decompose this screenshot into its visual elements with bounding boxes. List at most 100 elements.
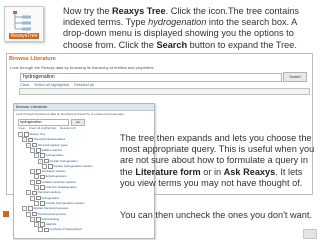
expand-icon[interactable]: + <box>38 158 43 164</box>
uncheck-text: You can then uncheck the ones you don't … <box>120 210 312 220</box>
ask-reaxys-term: Ask Reaxys <box>223 166 276 177</box>
tree-node-checkbox[interactable] <box>44 227 49 233</box>
tree-clear-highlighted-link[interactable]: Clear All Highlighted <box>29 126 56 130</box>
tree-node[interactable]: - elimination reaction <box>30 169 66 175</box>
intro-text: Now try the Reaxys Tree. Click the icon.… <box>63 6 299 50</box>
collapse-icon[interactable]: - <box>30 216 35 222</box>
tree-node-label: transfer hydrogenation reaction <box>45 201 85 206</box>
tree-node-checkbox[interactable] <box>36 195 41 201</box>
collapse-icon[interactable]: - <box>26 190 31 196</box>
tree-node[interactable]: reductive dehalogenation <box>34 185 77 190</box>
leaf-icon[interactable] <box>42 163 47 169</box>
tree-node-checkbox[interactable] <box>32 211 37 217</box>
tree-node-label: transfer hydrogenation <box>49 158 78 163</box>
tree-node-label: chemical reactions <box>37 190 61 195</box>
collapse-icon[interactable]: - <box>18 132 23 137</box>
suggestion-dropdown[interactable] <box>19 88 310 95</box>
leaf-icon[interactable] <box>38 227 43 233</box>
deselect-all-link[interactable]: Deselect all <box>74 83 94 87</box>
tree-node[interactable]: - oxidation-reduction reaction <box>30 179 76 185</box>
tree-node-label: reductive dehalogenation <box>45 185 77 190</box>
tree-node[interactable]: - catalysis <box>34 222 57 228</box>
tree-node-checkbox[interactable] <box>48 164 53 169</box>
tree-node-label: catalysis <box>45 222 57 227</box>
tree-node-checkbox[interactable] <box>40 185 45 190</box>
slide-nav-icon[interactable] <box>303 229 317 239</box>
tree-node-label: Chemical transformations <box>33 137 66 142</box>
tree-node[interactable]: + transfer hydrogenation <box>38 158 78 164</box>
collapse-icon[interactable]: - <box>30 147 35 153</box>
collapse-icon[interactable]: - <box>26 142 31 148</box>
explanation-text: The tree then expands and lets you choos… <box>120 133 315 188</box>
tree-node-label: hydrocracking <box>41 217 60 222</box>
tree-clear-link[interactable]: Clear <box>18 126 25 130</box>
leaf-icon[interactable] <box>34 200 39 206</box>
tree-node-label: Petrochemical process <box>37 211 66 216</box>
tree-node-label: hydrogenation <box>45 153 64 158</box>
tree-node[interactable]: - hydrogenation <box>30 195 60 201</box>
tree-go-button[interactable]: Go <box>71 119 85 126</box>
tree-node[interactable]: - Applied chemical processes <box>22 206 68 212</box>
tree-deselect-link[interactable]: Deselect All <box>60 126 76 130</box>
tree-node-checkbox[interactable] <box>36 179 41 185</box>
collapse-icon[interactable]: - <box>34 153 39 159</box>
tree-node-checkbox[interactable] <box>32 142 37 148</box>
tree-node[interactable]: - Chemical reaction types <box>26 142 68 148</box>
tree-node-checkbox[interactable] <box>36 169 41 174</box>
tree-node-checkbox[interactable] <box>40 174 45 180</box>
tree-node[interactable]: - Reaxys Tree <box>18 132 46 137</box>
collapse-icon[interactable]: - <box>34 222 39 228</box>
slide: ReaxysTree Now try the Reaxys Tree. Clic… <box>0 0 320 240</box>
panel-title: Browse Literature <box>9 56 56 62</box>
tree-window-header: Browse Literature <box>14 104 154 111</box>
tree-node-checkbox[interactable] <box>36 217 41 222</box>
tree-node-label: Reaxys Tree <box>29 132 46 137</box>
collapse-icon[interactable]: - <box>22 137 27 143</box>
clear-link[interactable]: Clear <box>20 83 29 87</box>
tree-search-input[interactable]: hydrogenation <box>18 119 69 126</box>
tree-node-label: synthesis of hydrocarbons <box>49 227 83 232</box>
search-input[interactable]: hydrogenation <box>20 73 282 82</box>
tree-node[interactable]: - hydrocracking <box>30 216 60 222</box>
tree-node[interactable]: - hydrogenation <box>34 153 64 159</box>
tree-node[interactable]: - Chemical transformations <box>22 137 66 143</box>
tree-node-label: Chemical reaction types <box>37 142 68 147</box>
tree-node-label: addition reaction <box>41 148 63 153</box>
collapse-icon[interactable]: - <box>30 179 35 185</box>
reaxys-tree-button[interactable]: ReaxysTree <box>4 6 44 42</box>
tree-node-checkbox[interactable] <box>28 137 33 143</box>
tree-node-checkbox[interactable] <box>36 148 41 153</box>
tree-window-title: Browse Literature <box>16 104 48 109</box>
tree-links: Clear Clear All Highlighted Deselect All <box>18 126 79 130</box>
collapse-icon[interactable]: - <box>30 169 35 175</box>
collapse-icon[interactable]: - <box>26 211 31 217</box>
tree-node-label: elimination reaction <box>41 169 66 174</box>
tree-node[interactable]: - chemical reactions <box>26 190 61 196</box>
tree-node-checkbox[interactable] <box>24 132 29 137</box>
tree-node[interactable]: transfer hydrogenation reaction <box>42 163 93 169</box>
brand-mark <box>3 211 9 217</box>
panel-hint: Look through the Reaxys data by browsing… <box>10 65 155 70</box>
collapse-icon[interactable]: - <box>30 195 35 201</box>
literature-form-term: Literature form <box>135 166 201 177</box>
tree-node-checkbox[interactable] <box>40 222 45 227</box>
select-all-highlighted-link[interactable]: Select all highlighted <box>34 83 69 87</box>
collapse-icon[interactable]: - <box>22 206 27 212</box>
search-button[interactable]: Search <box>283 72 307 82</box>
search-term: Search <box>156 39 188 50</box>
tree-node[interactable]: synthesis of hydrocarbons <box>38 227 83 233</box>
tree-node-checkbox[interactable] <box>28 206 33 211</box>
tree-node-label: hydrogenation <box>41 195 60 200</box>
tree-node-checkbox[interactable] <box>40 153 45 158</box>
tree-node[interactable]: dehydrogenation <box>34 174 66 180</box>
tree-node[interactable]: - Petrochemical process <box>26 211 66 217</box>
tree-node-checkbox[interactable] <box>40 201 45 206</box>
tree-node-checkbox[interactable] <box>32 190 37 196</box>
tree-node-checkbox[interactable] <box>44 158 49 164</box>
tree-node[interactable]: - addition reaction <box>30 147 63 153</box>
hydrogenation-term: hydrogenation <box>148 17 207 28</box>
leaf-icon[interactable] <box>34 174 39 180</box>
leaf-icon[interactable] <box>34 185 39 190</box>
tree-node-label: transfer hydrogenation reaction <box>53 164 93 169</box>
tree-node[interactable]: transfer hydrogenation reaction <box>34 200 85 206</box>
